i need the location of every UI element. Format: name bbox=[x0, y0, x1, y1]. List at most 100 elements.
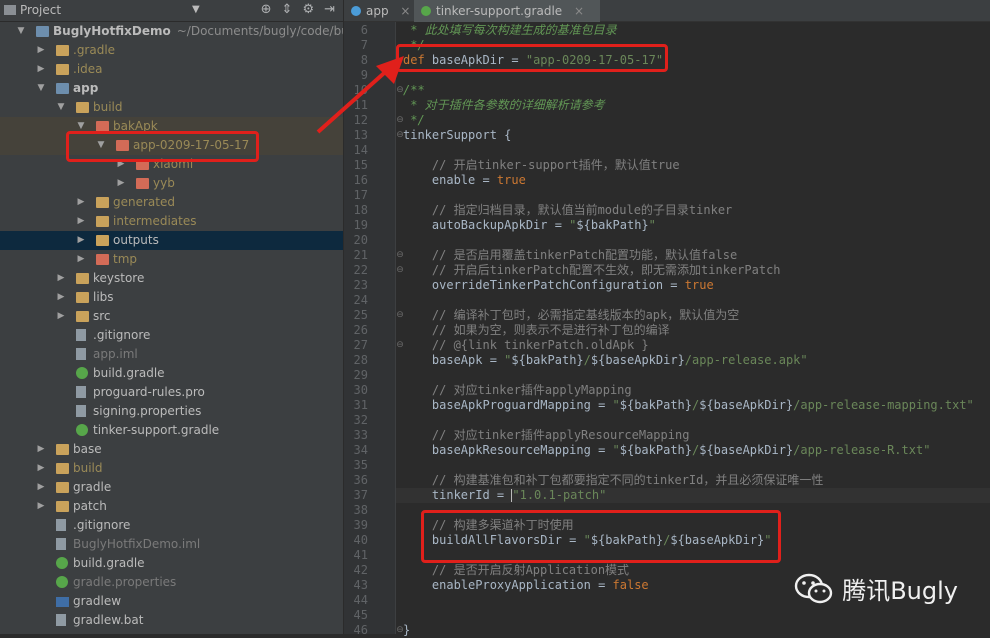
tree-item[interactable]: build.gradle bbox=[0, 554, 343, 573]
expand-right-icon[interactable]: ▶ bbox=[36, 440, 46, 459]
tree-item[interactable]: ▶ base bbox=[0, 440, 343, 459]
gear-icon[interactable]: ⚙ bbox=[302, 2, 314, 17]
code-line[interactable]: // 是否启用覆盖tinkerPatch配置功能，默认值false bbox=[403, 248, 737, 263]
tree-item-label: signing.properties bbox=[93, 404, 202, 418]
terminal-icon bbox=[56, 597, 69, 607]
expand-right-icon[interactable]: ▶ bbox=[56, 269, 66, 288]
code-line[interactable]: tinkerSupport { bbox=[403, 128, 511, 143]
code-line[interactable]: * 对于插件各参数的详细解析请参考 bbox=[403, 98, 604, 113]
file-icon bbox=[76, 405, 86, 417]
collapse-icon[interactable]: ⇕ bbox=[282, 2, 293, 17]
tree-item[interactable]: ▶ intermediates bbox=[0, 212, 343, 231]
tree-item[interactable]: ▶ libs bbox=[0, 288, 343, 307]
fold-icon[interactable]: ⊖ bbox=[395, 128, 405, 143]
expand-right-icon[interactable]: ▶ bbox=[76, 250, 86, 269]
tab-app[interactable]: app × bbox=[344, 0, 412, 22]
expand-right-icon[interactable]: ▶ bbox=[116, 174, 126, 193]
code-line[interactable]: // 编译补丁包时，必需指定基线版本的apk，默认值为空 bbox=[403, 308, 739, 323]
tree-item[interactable]: ▶ keystore bbox=[0, 269, 343, 288]
tree-item[interactable]: ▶ outputs bbox=[0, 231, 343, 250]
fold-icon[interactable]: ⊖ bbox=[395, 308, 405, 323]
expand-right-icon[interactable]: ▶ bbox=[56, 307, 66, 326]
code-line[interactable]: // 开启tinker-support插件，默认值true bbox=[403, 158, 680, 173]
expand-right-icon[interactable]: ▶ bbox=[36, 60, 46, 79]
fold-icon[interactable]: ⊖ bbox=[395, 623, 405, 638]
line-number: 44 bbox=[353, 593, 368, 607]
tab-tinker-support-gradle[interactable]: tinker-support.gradle × bbox=[414, 0, 600, 22]
expand-right-icon[interactable]: ▶ bbox=[76, 212, 86, 231]
view-dropdown-icon[interactable]: ▼ bbox=[192, 4, 200, 15]
fold-icon[interactable]: ⊖ bbox=[395, 248, 405, 263]
tree-item[interactable]: proguard-rules.pro bbox=[0, 383, 343, 402]
tree-item[interactable]: ▶ .gradle bbox=[0, 41, 343, 60]
tree-item[interactable]: BuglyHotfixDemo.iml bbox=[0, 535, 343, 554]
tree-item[interactable]: .gitignore bbox=[0, 326, 343, 345]
tree-item[interactable]: ▶ gradle bbox=[0, 478, 343, 497]
close-icon[interactable]: × bbox=[574, 4, 584, 18]
file-icon bbox=[56, 614, 66, 626]
tree-item[interactable]: ▶ .idea bbox=[0, 60, 343, 79]
tree-item[interactable]: ▼ BuglyHotfixDemo ~/Documents/bugly/code/b… bbox=[0, 22, 343, 41]
code-line[interactable]: baseApkResourceMapping = "${bakPath}/${b… bbox=[403, 443, 931, 458]
code-line[interactable]: // 是否开启反射Application模式 bbox=[403, 563, 629, 578]
expand-right-icon[interactable]: ▶ bbox=[56, 288, 66, 307]
tree-item[interactable]: build.gradle bbox=[0, 364, 343, 383]
code-line[interactable]: // 指定归档目录，默认值当前module的子目录tinker bbox=[403, 203, 732, 218]
code-line[interactable]: overrideTinkerPatchConfiguration = true bbox=[403, 278, 714, 293]
fold-icon[interactable]: ⊖ bbox=[395, 113, 405, 128]
code-line[interactable]: // 如果为空，则表示不是进行补丁包的编译 bbox=[403, 323, 670, 338]
code-line[interactable]: * 此处填写每次构建生成的基准包目录 bbox=[403, 23, 616, 38]
expand-right-icon[interactable]: ▶ bbox=[36, 459, 46, 478]
code-line[interactable]: baseApk = "${bakPath}/${baseApkDir}/app-… bbox=[403, 353, 808, 368]
code-line[interactable]: baseApkProguardMapping = "${bakPath}/${b… bbox=[403, 398, 974, 413]
code-token: // @{link tinkerPatch.oldApk } bbox=[403, 338, 649, 352]
tree-item[interactable]: ▼ build bbox=[0, 98, 343, 117]
tree-item[interactable]: gradlew.bat bbox=[0, 611, 343, 630]
watermark-text: 腾讯Bugly bbox=[842, 577, 958, 605]
tree-item[interactable]: gradle.properties bbox=[0, 573, 343, 592]
fold-icon[interactable]: ⊖ bbox=[395, 338, 405, 353]
code-line[interactable]: enableProxyApplication = false bbox=[403, 578, 649, 593]
code-line[interactable]: autoBackupApkDir = "${bakPath}" bbox=[403, 218, 656, 233]
tree-item[interactable]: ▼ app bbox=[0, 79, 343, 98]
tree-item[interactable]: tinker-support.gradle bbox=[0, 421, 343, 440]
expand-down-icon[interactable]: ▼ bbox=[36, 79, 46, 98]
code-line[interactable]: tinkerId = "1.0.1-patch" bbox=[396, 488, 990, 503]
close-icon[interactable]: × bbox=[400, 4, 410, 18]
tree-item-label: gradle.properties bbox=[73, 575, 177, 589]
fold-icon[interactable]: ⊖ bbox=[395, 263, 405, 278]
tree-item[interactable]: ▶ generated bbox=[0, 193, 343, 212]
expand-right-icon[interactable]: ▶ bbox=[76, 231, 86, 250]
tree-item[interactable]: ▶ patch bbox=[0, 497, 343, 516]
tree-item[interactable]: ▶ tmp bbox=[0, 250, 343, 269]
expand-right-icon[interactable]: ▶ bbox=[36, 41, 46, 60]
crosshair-icon[interactable]: ⊕ bbox=[261, 2, 272, 17]
tree-item[interactable]: gradlew bbox=[0, 592, 343, 611]
folder-icon bbox=[76, 292, 89, 303]
tree-item[interactable]: .gitignore bbox=[0, 516, 343, 535]
tree-item[interactable]: app.iml bbox=[0, 345, 343, 364]
code-line[interactable]: // 构建基准包和补丁包都要指定不同的tinkerId，并且必须保证唯一性 bbox=[403, 473, 823, 488]
expand-down-icon[interactable]: ▼ bbox=[16, 22, 26, 41]
code-line[interactable]: // @{link tinkerPatch.oldApk } bbox=[403, 338, 649, 353]
expand-right-icon[interactable]: ▶ bbox=[76, 193, 86, 212]
hide-icon[interactable]: ⇥ bbox=[324, 2, 335, 17]
tree-item[interactable]: ▶ src bbox=[0, 307, 343, 326]
tree-item[interactable]: signing.properties bbox=[0, 402, 343, 421]
tree-item[interactable]: ▶ build bbox=[0, 459, 343, 478]
fold-icon[interactable]: ⊖ bbox=[395, 83, 405, 98]
expand-right-icon[interactable]: ▶ bbox=[36, 478, 46, 497]
line-number: 38 bbox=[353, 503, 368, 517]
code-line[interactable]: // 对应tinker插件applyMapping bbox=[403, 383, 632, 398]
line-number: 27 bbox=[353, 338, 368, 352]
folder-icon bbox=[76, 273, 89, 284]
code-line[interactable]: enable = true bbox=[403, 173, 526, 188]
code-line[interactable]: // 对应tinker插件applyResourceMapping bbox=[403, 428, 690, 443]
expand-right-icon[interactable]: ▶ bbox=[36, 497, 46, 516]
tree-item-label: .idea bbox=[73, 62, 103, 76]
code-line[interactable]: // 开启后tinkerPatch配置不生效，即无需添加tinkerPatch bbox=[403, 263, 781, 278]
code-token: false bbox=[612, 578, 649, 592]
expand-down-icon[interactable]: ▼ bbox=[56, 98, 66, 117]
tree-item[interactable]: ▶ yyb bbox=[0, 174, 343, 193]
project-view-selector[interactable]: Project bbox=[4, 3, 61, 17]
